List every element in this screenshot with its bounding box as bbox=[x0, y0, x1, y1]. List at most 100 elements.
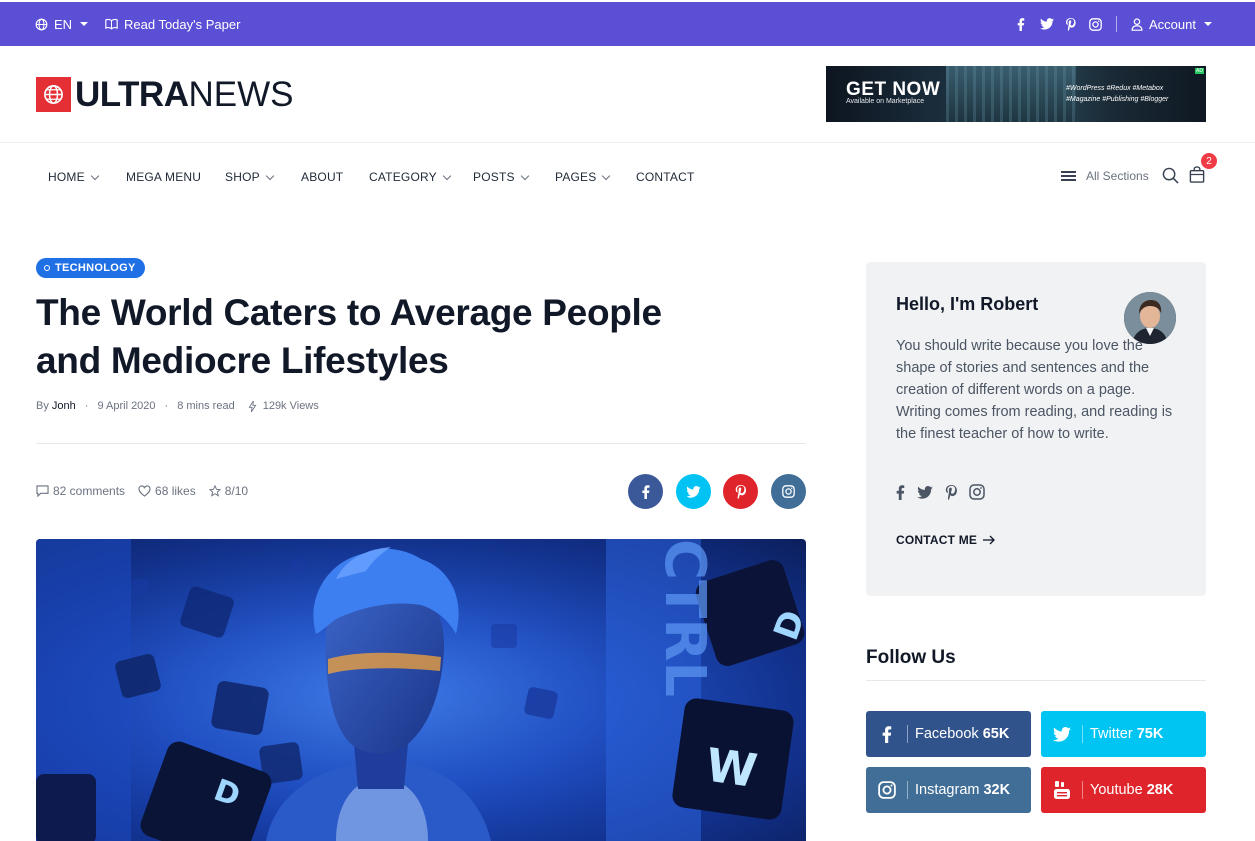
instagram-icon bbox=[782, 485, 795, 498]
nav-home[interactable]: HOME bbox=[48, 170, 100, 184]
ad-banner[interactable]: GET NOW Available on Marketplace #WordPr… bbox=[826, 66, 1206, 122]
follow-count: 28K bbox=[1146, 782, 1174, 798]
about-social-links bbox=[896, 484, 985, 500]
nav-contact[interactable]: CONTACT bbox=[636, 170, 695, 184]
follow-instagram-button[interactable]: Instagram 32K bbox=[866, 767, 1031, 813]
search-icon bbox=[1162, 167, 1179, 184]
share-instagram-button[interactable] bbox=[771, 474, 806, 509]
nav-about[interactable]: ABOUT bbox=[301, 170, 343, 184]
follow-twitter-button[interactable]: Twitter 75K bbox=[1041, 711, 1206, 757]
article-hero-image: W D D CTRL bbox=[36, 539, 806, 841]
topbar-divider bbox=[1116, 16, 1117, 32]
share-twitter-button[interactable] bbox=[676, 474, 711, 509]
heart-icon bbox=[138, 485, 151, 497]
nav-posts[interactable]: POSTS bbox=[473, 170, 529, 184]
likes-label: 68 likes bbox=[155, 484, 196, 498]
comments-label: 82 comments bbox=[53, 484, 126, 498]
logo-mark bbox=[36, 77, 71, 112]
header-divider bbox=[0, 142, 1255, 143]
facebook-icon bbox=[882, 725, 892, 743]
about-author-card: Hello, I'm Robert You should write becau… bbox=[866, 262, 1206, 596]
all-sections-button[interactable]: All Sections bbox=[1061, 169, 1149, 183]
twitter-icon bbox=[917, 485, 933, 499]
account-menu[interactable]: Account bbox=[1131, 2, 1212, 46]
nav-label: CATEGORY bbox=[369, 170, 437, 184]
cart-count-badge: 2 bbox=[1201, 153, 1217, 169]
instagram-link[interactable] bbox=[969, 484, 985, 500]
star-icon bbox=[208, 485, 221, 497]
circle-icon bbox=[44, 265, 50, 271]
chevron-down-icon bbox=[602, 171, 611, 180]
nav-shop[interactable]: SHOP bbox=[225, 170, 275, 184]
follow-label: Facebook bbox=[915, 726, 979, 742]
svg-text:CTRL: CTRL bbox=[652, 539, 717, 697]
nav-label: HOME bbox=[48, 170, 85, 184]
views-label: 129k Views bbox=[262, 400, 319, 412]
post-date: 9 April 2020 bbox=[97, 400, 156, 412]
pinterest-link[interactable] bbox=[945, 484, 957, 500]
author-link[interactable]: Jonh bbox=[52, 400, 76, 412]
read-paper-link[interactable]: Read Today's Paper bbox=[105, 2, 240, 46]
chevron-down-icon bbox=[90, 171, 100, 180]
nav-label: MEGA MENU bbox=[126, 170, 202, 184]
follow-youtube-button[interactable]: Youtube 28K bbox=[1041, 767, 1206, 813]
meta-separator: · bbox=[164, 400, 169, 412]
category-badge[interactable]: TECHNOLOGY bbox=[36, 258, 145, 278]
chevron-down-icon bbox=[442, 171, 452, 180]
nav-label: PAGES bbox=[555, 170, 597, 184]
share-facebook-button[interactable] bbox=[628, 474, 663, 509]
nav-pages[interactable]: PAGES bbox=[555, 170, 611, 184]
nav-category[interactable]: CATEGORY bbox=[369, 170, 452, 184]
contact-me-label: CONTACT ME bbox=[896, 533, 978, 547]
rating-label: 8/10 bbox=[224, 484, 249, 498]
cart-button[interactable] bbox=[1189, 166, 1205, 183]
contact-me-link[interactable]: CONTACT ME bbox=[896, 533, 996, 547]
chevron-down-icon bbox=[520, 171, 529, 180]
instagram-top-link[interactable] bbox=[1089, 2, 1102, 46]
instagram-icon bbox=[969, 484, 985, 500]
language-label: EN bbox=[54, 16, 73, 32]
instagram-icon-wrap bbox=[866, 767, 908, 813]
article-stats: 82 comments 68 likes 8/10 bbox=[36, 484, 248, 498]
nav-label: CONTACT bbox=[636, 170, 695, 184]
article-title: The World Caters to Average People and M… bbox=[36, 292, 662, 381]
follow-count: 32K bbox=[983, 782, 1011, 798]
pinterest-icon bbox=[945, 484, 957, 500]
site-logo[interactable]: ULTRA NEWS bbox=[36, 77, 294, 112]
globe-logo-icon bbox=[44, 85, 63, 104]
search-button[interactable] bbox=[1162, 167, 1179, 184]
ad-city-image bbox=[946, 66, 1076, 122]
follow-label: Instagram bbox=[915, 782, 980, 798]
pinterest-top-link[interactable] bbox=[1065, 2, 1076, 46]
about-title: Hello, I'm Robert bbox=[896, 294, 1039, 314]
author-line: By Jonh bbox=[36, 400, 76, 412]
nav-label: POSTS bbox=[473, 170, 515, 184]
facebook-link[interactable] bbox=[896, 484, 905, 500]
follow-divider bbox=[866, 680, 1206, 681]
instagram-icon bbox=[1089, 17, 1102, 31]
twitter-icon bbox=[1040, 18, 1054, 30]
twitter-top-link[interactable] bbox=[1040, 2, 1054, 46]
follow-facebook-button[interactable]: Facebook 65K bbox=[866, 711, 1031, 757]
account-label: Account bbox=[1149, 16, 1196, 32]
youtube-icon bbox=[1054, 781, 1070, 799]
nav-mega-menu[interactable]: MEGA MENU bbox=[126, 170, 201, 184]
ad-subtitle: Available on Marketplace bbox=[846, 98, 925, 105]
twitter-link[interactable] bbox=[917, 485, 933, 499]
facebook-top-link[interactable] bbox=[1017, 2, 1025, 46]
category-label: TECHNOLOGY bbox=[55, 262, 136, 274]
follow-count: 75K bbox=[1136, 726, 1164, 742]
views-count: 129k Views bbox=[248, 400, 319, 412]
share-pinterest-button[interactable] bbox=[723, 474, 758, 509]
logo-text-news: NEWS bbox=[188, 75, 294, 114]
nav-label: SHOP bbox=[225, 170, 260, 184]
pinterest-icon bbox=[735, 484, 746, 499]
comments-link[interactable]: 82 comments bbox=[36, 484, 125, 498]
meta-separator: · bbox=[84, 400, 89, 412]
shopping-bag-icon bbox=[1189, 166, 1205, 183]
caret-down-icon bbox=[80, 22, 89, 26]
likes-button[interactable]: 68 likes bbox=[138, 484, 196, 498]
language-selector[interactable]: EN bbox=[35, 2, 89, 46]
ad-tags: #WordPress #Redux #Metabox #Magazine #Pu… bbox=[1066, 85, 1169, 103]
arrow-right-icon bbox=[983, 535, 996, 545]
